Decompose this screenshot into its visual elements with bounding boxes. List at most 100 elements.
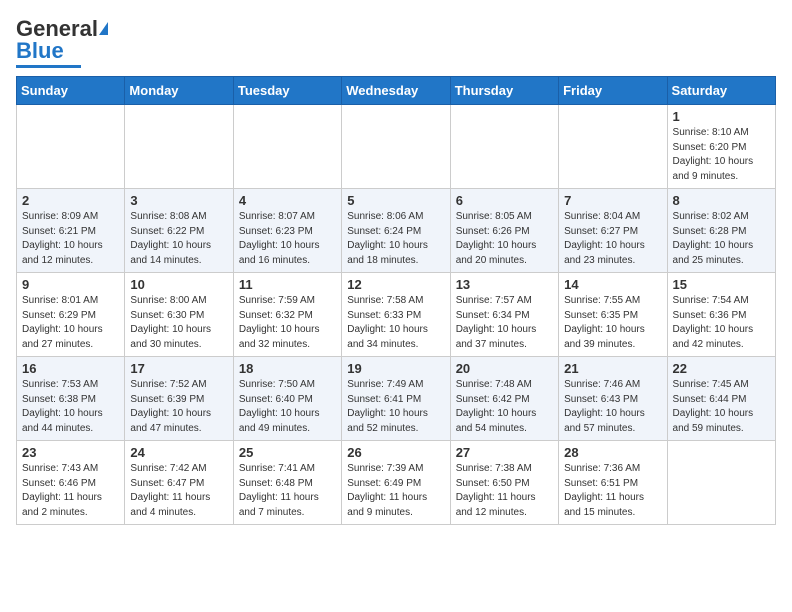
day-number: 3 [130, 193, 227, 208]
calendar-day-cell: 17Sunrise: 7:52 AM Sunset: 6:39 PM Dayli… [125, 357, 233, 441]
day-number: 6 [456, 193, 553, 208]
calendar-body: 1 Sunrise: 8:10 AM Sunset: 6:20 PM Daylig… [17, 105, 776, 525]
day-info: Sunrise: 8:04 AM Sunset: 6:27 PM Dayligh… [564, 210, 661, 268]
logo-underline [16, 65, 81, 68]
day-info: Sunrise: 8:09 AM Sunset: 6:21 PM Dayligh… [22, 210, 119, 268]
day-info: Sunrise: 7:39 AM Sunset: 6:49 PM Dayligh… [347, 462, 444, 520]
weekday-header-cell: Friday [559, 77, 667, 105]
calendar-day-cell: 15 Sunrise: 7:54 AM Sunset: 6:36 PM Dayli… [667, 273, 775, 357]
day-info: Sunrise: 7:49 AM Sunset: 6:41 PM Dayligh… [347, 378, 444, 436]
day-info: Sunrise: 7:46 AM Sunset: 6:43 PM Dayligh… [564, 378, 661, 436]
calendar-day-cell: 23 Sunrise: 7:43 AM Sunset: 6:46 PM Dayli… [17, 441, 125, 525]
day-info: Sunrise: 7:59 AM Sunset: 6:32 PM Dayligh… [239, 294, 336, 352]
calendar-day-cell: 4 Sunrise: 8:07 AM Sunset: 6:23 PM Daylig… [233, 189, 341, 273]
calendar-day-cell: 10 Sunrise: 8:00 AM Sunset: 6:30 PM Dayli… [125, 273, 233, 357]
page-header: General Blue [16, 16, 776, 68]
day-info: Sunrise: 8:02 AM Sunset: 6:28 PM Dayligh… [673, 210, 770, 268]
day-info: Sunrise: 8:10 AM Sunset: 6:20 PM Dayligh… [673, 126, 770, 184]
day-info: Sunrise: 7:43 AM Sunset: 6:46 PM Dayligh… [22, 462, 119, 520]
day-info: Sunrise: 8:06 AM Sunset: 6:24 PM Dayligh… [347, 210, 444, 268]
day-info: Sunrise: 7:54 AM Sunset: 6:36 PM Dayligh… [673, 294, 770, 352]
day-number: 9 [22, 277, 119, 292]
weekday-header-cell: Wednesday [342, 77, 450, 105]
day-info: Sunrise: 7:52 AM Sunset: 6:39 PM Dayligh… [130, 378, 227, 436]
day-info: Sunrise: 8:07 AM Sunset: 6:23 PM Dayligh… [239, 210, 336, 268]
calendar-week-row: 9 Sunrise: 8:01 AM Sunset: 6:29 PM Daylig… [17, 273, 776, 357]
day-info: Sunrise: 7:36 AM Sunset: 6:51 PM Dayligh… [564, 462, 661, 520]
calendar-day-cell: 28Sunrise: 7:36 AM Sunset: 6:51 PM Dayli… [559, 441, 667, 525]
day-info: Sunrise: 8:01 AM Sunset: 6:29 PM Dayligh… [22, 294, 119, 352]
calendar-day-cell: 21 Sunrise: 7:46 AM Sunset: 6:43 PM Dayli… [559, 357, 667, 441]
calendar-day-cell: 3 Sunrise: 8:08 AM Sunset: 6:22 PM Daylig… [125, 189, 233, 273]
calendar-day-cell: 26 Sunrise: 7:39 AM Sunset: 6:49 PM Dayli… [342, 441, 450, 525]
calendar-day-cell: 20 Sunrise: 7:48 AM Sunset: 6:42 PM Dayli… [450, 357, 558, 441]
calendar-day-cell: 24 Sunrise: 7:42 AM Sunset: 6:47 PM Dayli… [125, 441, 233, 525]
day-info: Sunrise: 8:00 AM Sunset: 6:30 PM Dayligh… [130, 294, 227, 352]
calendar-table: SundayMondayTuesdayWednesdayThursdayFrid… [16, 76, 776, 525]
day-number: 19 [347, 361, 444, 376]
calendar-week-row: 2Sunrise: 8:09 AM Sunset: 6:21 PM Daylig… [17, 189, 776, 273]
day-number: 25 [239, 445, 336, 460]
calendar-day-cell: 14Sunrise: 7:55 AM Sunset: 6:35 PM Dayli… [559, 273, 667, 357]
calendar-day-cell: 1 Sunrise: 8:10 AM Sunset: 6:20 PM Daylig… [667, 105, 775, 189]
day-number: 16 [22, 361, 119, 376]
calendar-day-cell: 16 Sunrise: 7:53 AM Sunset: 6:38 PM Dayli… [17, 357, 125, 441]
calendar-day-cell: 2Sunrise: 8:09 AM Sunset: 6:21 PM Daylig… [17, 189, 125, 273]
logo: General Blue [16, 16, 108, 68]
day-number: 18 [239, 361, 336, 376]
day-info: Sunrise: 7:41 AM Sunset: 6:48 PM Dayligh… [239, 462, 336, 520]
calendar-day-cell: 22 Sunrise: 7:45 AM Sunset: 6:44 PM Dayli… [667, 357, 775, 441]
calendar-day-cell: 13Sunrise: 7:57 AM Sunset: 6:34 PM Dayli… [450, 273, 558, 357]
day-info: Sunrise: 7:58 AM Sunset: 6:33 PM Dayligh… [347, 294, 444, 352]
calendar-day-cell: 6 Sunrise: 8:05 AM Sunset: 6:26 PM Daylig… [450, 189, 558, 273]
day-info: Sunrise: 7:48 AM Sunset: 6:42 PM Dayligh… [456, 378, 553, 436]
day-info: Sunrise: 7:55 AM Sunset: 6:35 PM Dayligh… [564, 294, 661, 352]
day-number: 5 [347, 193, 444, 208]
calendar-day-cell: 25 Sunrise: 7:41 AM Sunset: 6:48 PM Dayli… [233, 441, 341, 525]
day-number: 22 [673, 361, 770, 376]
day-number: 10 [130, 277, 227, 292]
calendar-day-cell: 8 Sunrise: 8:02 AM Sunset: 6:28 PM Daylig… [667, 189, 775, 273]
day-number: 11 [239, 277, 336, 292]
day-number: 23 [22, 445, 119, 460]
day-number: 7 [564, 193, 661, 208]
calendar-day-cell: 19 Sunrise: 7:49 AM Sunset: 6:41 PM Dayli… [342, 357, 450, 441]
calendar-week-row: 23 Sunrise: 7:43 AM Sunset: 6:46 PM Dayli… [17, 441, 776, 525]
calendar-week-row: 1 Sunrise: 8:10 AM Sunset: 6:20 PM Daylig… [17, 105, 776, 189]
calendar-week-row: 16 Sunrise: 7:53 AM Sunset: 6:38 PM Dayli… [17, 357, 776, 441]
day-number: 24 [130, 445, 227, 460]
day-number: 15 [673, 277, 770, 292]
day-number: 8 [673, 193, 770, 208]
day-number: 20 [456, 361, 553, 376]
calendar-day-cell: 11 Sunrise: 7:59 AM Sunset: 6:32 PM Dayli… [233, 273, 341, 357]
day-info: Sunrise: 7:38 AM Sunset: 6:50 PM Dayligh… [456, 462, 553, 520]
day-info: Sunrise: 7:53 AM Sunset: 6:38 PM Dayligh… [22, 378, 119, 436]
day-number: 21 [564, 361, 661, 376]
calendar-day-cell [559, 105, 667, 189]
day-number: 26 [347, 445, 444, 460]
weekday-header-cell: Tuesday [233, 77, 341, 105]
calendar-day-cell: 18 Sunrise: 7:50 AM Sunset: 6:40 PM Dayli… [233, 357, 341, 441]
calendar-day-cell: 12 Sunrise: 7:58 AM Sunset: 6:33 PM Dayli… [342, 273, 450, 357]
logo-triangle-icon [99, 22, 108, 35]
day-number: 12 [347, 277, 444, 292]
calendar-day-cell [125, 105, 233, 189]
day-info: Sunrise: 8:05 AM Sunset: 6:26 PM Dayligh… [456, 210, 553, 268]
calendar-day-cell: 27Sunrise: 7:38 AM Sunset: 6:50 PM Dayli… [450, 441, 558, 525]
calendar-day-cell: 9 Sunrise: 8:01 AM Sunset: 6:29 PM Daylig… [17, 273, 125, 357]
weekday-header-cell: Monday [125, 77, 233, 105]
calendar-day-cell [450, 105, 558, 189]
day-number: 4 [239, 193, 336, 208]
day-info: Sunrise: 7:45 AM Sunset: 6:44 PM Dayligh… [673, 378, 770, 436]
calendar-day-cell [342, 105, 450, 189]
calendar-day-cell: 5 Sunrise: 8:06 AM Sunset: 6:24 PM Daylig… [342, 189, 450, 273]
calendar-day-cell: 7 Sunrise: 8:04 AM Sunset: 6:27 PM Daylig… [559, 189, 667, 273]
day-number: 13 [456, 277, 553, 292]
day-info: Sunrise: 7:42 AM Sunset: 6:47 PM Dayligh… [130, 462, 227, 520]
day-number: 1 [673, 109, 770, 124]
calendar-day-cell [233, 105, 341, 189]
weekday-header-cell: Sunday [17, 77, 125, 105]
logo-blue: Blue [16, 38, 64, 64]
day-info: Sunrise: 8:08 AM Sunset: 6:22 PM Dayligh… [130, 210, 227, 268]
day-info: Sunrise: 7:50 AM Sunset: 6:40 PM Dayligh… [239, 378, 336, 436]
